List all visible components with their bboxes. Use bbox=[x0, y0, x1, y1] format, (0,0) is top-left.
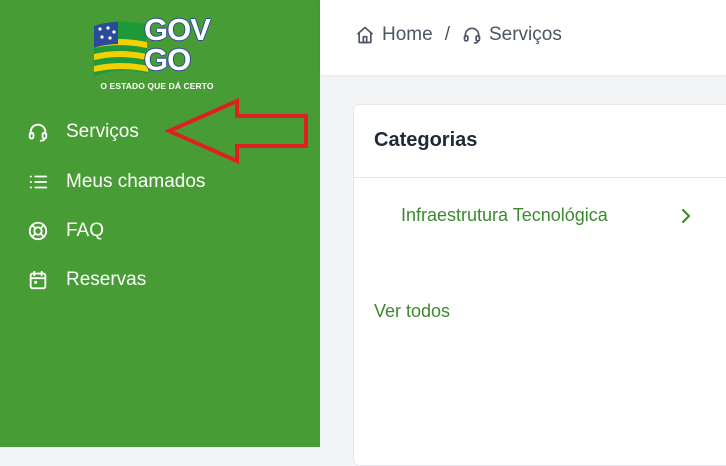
sidebar-item-servicos[interactable]: Serviços bbox=[26, 117, 139, 147]
logo-wordmark-gov: GOV bbox=[144, 12, 211, 47]
breadcrumb-separator: / bbox=[444, 24, 450, 45]
gov-go-logo[interactable]: GOV GO O ESTADO QUE DÁ CERTO bbox=[88, 14, 223, 94]
flag-wave-icon bbox=[94, 21, 148, 76]
chevron-right-icon bbox=[681, 208, 691, 224]
headset-icon bbox=[463, 27, 481, 44]
sidebar: GOV GO O ESTADO QUE DÁ CERTO Serviços Me… bbox=[0, 0, 320, 447]
list-icon bbox=[26, 170, 50, 194]
sidebar-item-label: FAQ bbox=[66, 220, 105, 241]
sidebar-item-label: Serviços bbox=[66, 121, 139, 142]
sidebar-item-reservas[interactable]: Reservas bbox=[26, 265, 146, 295]
top-header: Home / Serviços bbox=[320, 0, 726, 75]
card-divider bbox=[354, 177, 726, 178]
red-arrow-annotation-icon bbox=[165, 98, 308, 164]
logo-wordmark-go: GO bbox=[144, 42, 191, 77]
category-item-infraestrutura[interactable]: Infraestrutura Tecnológica bbox=[401, 205, 701, 226]
breadcrumb: Home / Serviços bbox=[355, 24, 562, 46]
breadcrumb-home-label: Home bbox=[382, 24, 433, 45]
breadcrumb-current-label: Serviços bbox=[488, 24, 562, 45]
card-title: Categorias bbox=[374, 129, 478, 151]
categories-card: Categorias Infraestrutura Tecnológica Ve… bbox=[353, 104, 726, 466]
headset-icon bbox=[26, 120, 50, 144]
home-icon bbox=[356, 26, 374, 44]
sidebar-item-faq[interactable]: FAQ bbox=[26, 216, 104, 246]
category-label: Infraestrutura Tecnológica bbox=[401, 205, 608, 225]
sidebar-item-label: Reservas bbox=[66, 269, 147, 290]
breadcrumb-home[interactable]: Home bbox=[355, 24, 433, 46]
breadcrumb-current: Serviços bbox=[462, 24, 562, 46]
lifebuoy-icon bbox=[26, 219, 50, 243]
sidebar-item-label: Meus chamados bbox=[66, 171, 206, 192]
logo-tagline: O ESTADO QUE DÁ CERTO bbox=[100, 81, 214, 91]
see-all-link[interactable]: Ver todos bbox=[374, 301, 450, 322]
calendar-icon bbox=[26, 268, 50, 292]
sidebar-item-meus-chamados[interactable]: Meus chamados bbox=[26, 167, 205, 197]
